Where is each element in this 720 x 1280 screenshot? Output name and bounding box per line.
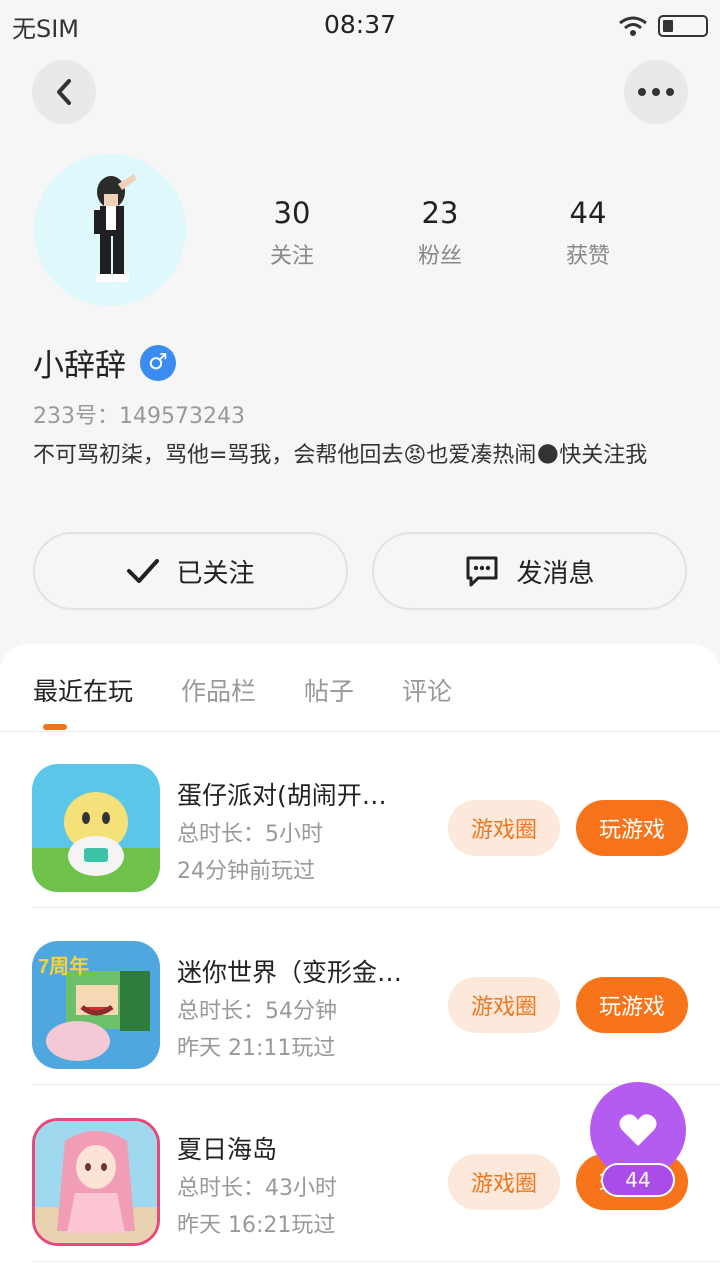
mini-world-character-icon: 7周年 <box>32 941 160 1069</box>
game-icon-mini-world: 7周年 <box>32 941 160 1069</box>
followed-label: 已关注 <box>176 558 255 589</box>
game-icon-eggy-party <box>32 764 160 892</box>
anime-girl-icon <box>35 1121 157 1243</box>
stat-value: 30 <box>273 196 311 230</box>
eggy-character-icon <box>32 764 160 892</box>
anniversary-badge-text: 7周年 <box>38 954 89 978</box>
stat-label: 关注 <box>269 244 314 269</box>
stat-value: 44 <box>569 196 607 230</box>
game-icon-summer-island <box>32 1118 160 1246</box>
more-dots-icon <box>638 88 674 96</box>
avatar-character-image <box>94 174 136 282</box>
game-last-played: 昨天 16:21玩过 <box>177 1213 336 1238</box>
stat-label: 获赞 <box>565 244 610 269</box>
game-row[interactable]: 7周年 迷你世界（变形金… 总时长：54分钟 昨天 21:11玩过 游戏圈 玩游… <box>0 909 720 1085</box>
game-duration: 总时长：5小时 <box>177 822 323 847</box>
game-name: 蛋仔派对(胡闹开… <box>177 781 387 810</box>
user-bio: 不可骂初柒，骂他=骂我，会帮他回去😡也爱凑热闹🌑快关注我 <box>33 443 648 468</box>
game-circle-button[interactable]: 游戏圈 <box>448 800 560 856</box>
play-game-button[interactable]: 玩游戏 <box>576 800 688 856</box>
game-duration: 总时长：54分钟 <box>177 999 337 1024</box>
play-game-button[interactable]: 玩游戏 <box>576 977 688 1033</box>
active-tab-indicator <box>43 724 67 730</box>
chevron-left-icon <box>57 79 71 105</box>
male-gender-icon: ♂ <box>140 344 176 381</box>
send-message-button[interactable]: 发消息 <box>372 532 687 610</box>
game-row[interactable]: 蛋仔派对(胡闹开… 总时长：5小时 24分钟前玩过 游戏圈 玩游戏 <box>0 732 720 908</box>
stat-label: 粉丝 <box>417 244 462 269</box>
game-circle-button[interactable]: 游戏圈 <box>448 1154 560 1210</box>
stat-likes[interactable]: 44 获赞 <box>514 196 662 270</box>
username: 小辞辞 <box>33 348 126 384</box>
stat-following[interactable]: 30 关注 <box>218 196 366 270</box>
checkmark-icon <box>127 559 160 583</box>
back-button[interactable] <box>32 60 96 124</box>
row-divider <box>32 1084 720 1085</box>
username-row: 小辞辞 ♂ <box>33 340 176 385</box>
game-last-played: 24分钟前玩过 <box>177 859 315 884</box>
row-divider <box>32 1261 720 1262</box>
game-name: 夏日海岛 <box>177 1135 278 1164</box>
followed-button[interactable]: 已关注 <box>33 532 348 610</box>
tab-recent-play[interactable]: 最近在玩 <box>33 672 133 708</box>
tab-bar: 最近在玩 作品栏 帖子 评论 <box>33 672 452 708</box>
heart-icon <box>619 1114 657 1146</box>
game-circle-button[interactable]: 游戏圈 <box>448 977 560 1033</box>
tab-comments[interactable]: 评论 <box>402 672 452 708</box>
user-id: 233号：149573243 <box>33 404 245 429</box>
game-last-played: 昨天 21:11玩过 <box>177 1036 336 1061</box>
chat-bubble-icon <box>466 556 498 587</box>
profile-stats: 30 关注 23 粉丝 44 获赞 <box>218 196 662 270</box>
more-button[interactable] <box>624 60 688 124</box>
message-label: 发消息 <box>516 558 595 589</box>
gender-symbol: ♂ <box>148 350 168 375</box>
game-duration: 总时长：43小时 <box>177 1176 337 1201</box>
game-name: 迷你世界（变形金… <box>177 958 403 987</box>
tab-works[interactable]: 作品栏 <box>181 672 256 708</box>
stat-followers[interactable]: 23 粉丝 <box>366 196 514 270</box>
avatar[interactable] <box>34 154 186 306</box>
stat-value: 23 <box>421 196 459 230</box>
tab-posts[interactable]: 帖子 <box>304 672 354 708</box>
status-time: 08:37 <box>323 10 397 39</box>
like-count: 44 <box>601 1163 675 1197</box>
row-divider <box>32 907 720 908</box>
